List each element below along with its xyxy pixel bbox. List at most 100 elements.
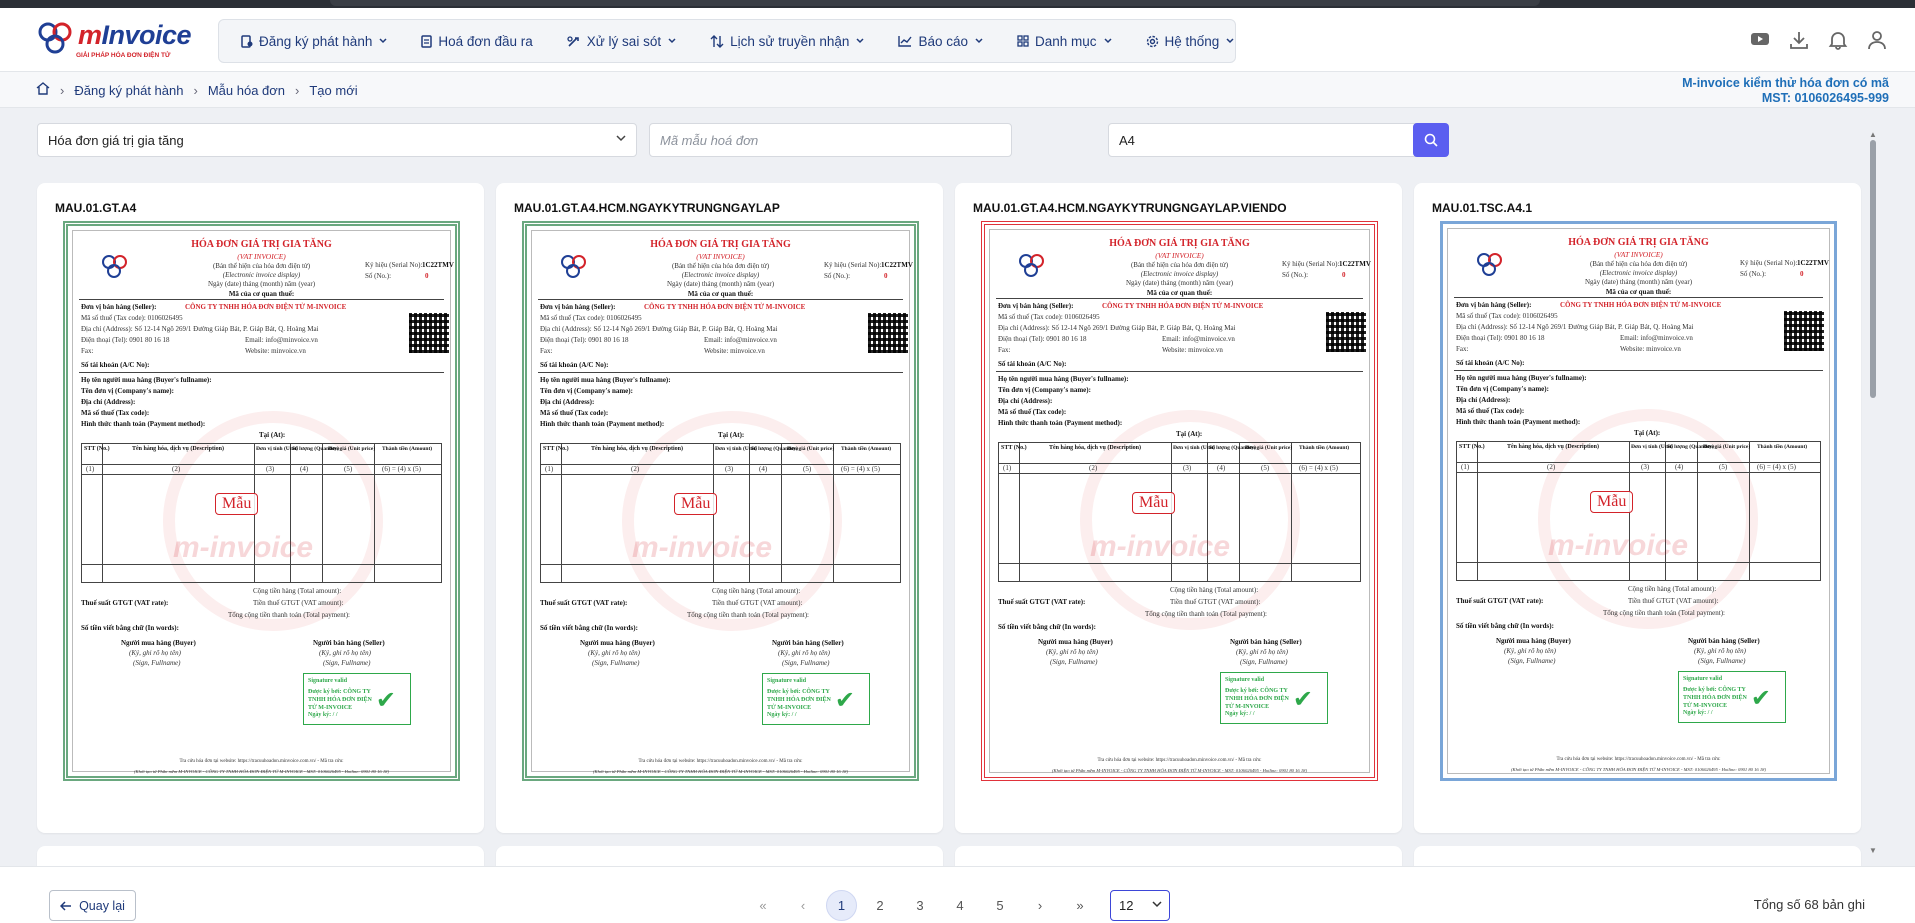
- invoice-type-select[interactable]: Hóa đơn giá trị gia tăng: [37, 123, 637, 157]
- invoice-preview: HÓA ĐƠN GIÁ TRỊ GIA TĂNG (VAT INVOICE) (…: [522, 221, 919, 781]
- nav-dang-ky-phat-hanh[interactable]: Đăng ký phát hành: [241, 34, 387, 49]
- first-page-icon[interactable]: «: [746, 890, 780, 921]
- payment-method: Hình thức thanh toán (Payment method):: [81, 420, 206, 428]
- table-header: Tên hàng hóa, dịch vụ (Description): [1049, 445, 1142, 451]
- sign-note-en: (Sign, Fullname): [323, 659, 371, 667]
- breadcrumb-item[interactable]: Đăng ký phát hành: [74, 83, 183, 98]
- last-page-icon[interactable]: »: [1063, 890, 1097, 921]
- number-value: 0: [1800, 270, 1804, 278]
- vat-amount: Tiền thuế GTGT (VAT amount):: [253, 599, 344, 607]
- template-code-placeholder: Mã mẫu hoá đơn: [660, 132, 759, 148]
- chevron-down-icon: [616, 135, 626, 142]
- template-card-partial[interactable]: [1414, 846, 1861, 866]
- nav-xu-ly-sai-sot[interactable]: Xử lý sai sót: [567, 34, 676, 49]
- table-header: STT (No.): [543, 446, 569, 452]
- total-payment: Tổng cộng tiền thanh toán (Total payment…: [228, 611, 350, 619]
- template-code-input[interactable]: Mã mẫu hoá đơn: [649, 123, 1012, 157]
- payment-method: Hình thức thanh toán (Payment method):: [540, 420, 665, 428]
- back-label: Quay lại: [79, 898, 125, 913]
- table-index: (5): [1261, 464, 1270, 472]
- seller-sign: Người bán hàng (Seller): [1230, 638, 1302, 646]
- serial-value: 1C22TMV: [1797, 259, 1829, 267]
- date-line: Ngày (date) tháng (month) năm (year): [666, 280, 775, 288]
- chevron-right-icon: ›: [295, 82, 300, 98]
- template-card[interactable]: MAU.01.GT.A4.HCM.NGAYKYTRUNGNGAYLAP HÓA …: [496, 183, 943, 833]
- invoice-out-icon: [421, 34, 433, 48]
- digital-signature-box: Signature valid Được ký bởi: CÔNG TY TNH…: [1220, 672, 1328, 724]
- paper-size-select[interactable]: A4: [1108, 123, 1438, 157]
- template-card[interactable]: MAU.01.GT.A4.HCM.NGAYKYTRUNGNGAYLAP.VIEN…: [955, 183, 1402, 833]
- nav-hoa-don-dau-ra[interactable]: Hoá đơn đầu ra: [421, 33, 533, 49]
- table-index: (1): [1003, 464, 1012, 472]
- nav-bao-cao[interactable]: Báo cáo: [898, 34, 983, 49]
- nav-danh-muc[interactable]: Danh mục: [1017, 34, 1112, 49]
- template-card-partial[interactable]: [496, 846, 943, 866]
- page-size-select[interactable]: 12: [1110, 890, 1170, 921]
- header-actions: [1750, 30, 1887, 50]
- seller-name: CÔNG TY TNHH HÓA ĐƠN ĐIỆN TỬ M-INVOICE: [1560, 301, 1722, 309]
- breadcrumb-item[interactable]: Mẫu hóa đơn: [208, 83, 285, 98]
- page-button-3[interactable]: 3: [903, 890, 937, 921]
- authority-code: Mã của cơ quan thuế:: [1605, 288, 1672, 296]
- table-index: (3): [1641, 463, 1650, 471]
- signature-by: Được ký bởi: CÔNG TY TNHH HÓA ĐƠN ĐIỆN T…: [308, 689, 372, 711]
- user-icon[interactable]: [1867, 30, 1887, 50]
- seller-address: Địa chỉ (Address): Số 12-14 Ngõ 269/1 Đư…: [1456, 323, 1694, 331]
- seller-website: Website: minvoice.vn: [1162, 346, 1223, 354]
- divider: [996, 371, 1363, 372]
- search-button[interactable]: [1413, 123, 1449, 157]
- back-button[interactable]: Quay lại: [49, 890, 136, 921]
- nav-he-thong[interactable]: Hệ thống: [1146, 34, 1235, 49]
- checkmark-icon: ✔: [834, 687, 855, 714]
- seller-phone: Điện thoại (Tel): 0901 80 16 18: [81, 336, 170, 344]
- invoice-title: HÓA ĐƠN GIÁ TRỊ GIA TĂNG: [650, 239, 791, 250]
- authority-code: Mã của cơ quan thuế:: [1146, 289, 1213, 297]
- table-index: (5): [344, 465, 353, 473]
- template-code: MAU.01.GT.A4.HCM.NGAYKYTRUNGNGAYLAP: [514, 201, 780, 215]
- bell-icon[interactable]: [1828, 30, 1848, 50]
- page-button-1[interactable]: 1: [826, 890, 857, 921]
- page-button-4[interactable]: 4: [943, 890, 977, 921]
- table-index: (3): [266, 465, 275, 473]
- template-card-partial[interactable]: [955, 846, 1402, 866]
- template-card-partial[interactable]: [37, 846, 484, 866]
- signature-by: Được ký bởi: CÔNG TY TNHH HÓA ĐƠN ĐIỆN T…: [1683, 687, 1747, 709]
- table-index: (5): [1719, 463, 1728, 471]
- scrollbar-thumb[interactable]: [1870, 140, 1876, 398]
- scroll-up-icon[interactable]: ▲: [1869, 130, 1877, 139]
- sign-note-en: (Sign, Fullname): [1508, 657, 1556, 665]
- next-page-icon[interactable]: ›: [1023, 890, 1057, 921]
- home-icon[interactable]: [36, 82, 50, 98]
- seller-website: Website: minvoice.vn: [1620, 345, 1681, 353]
- seller-email: Email: info@minvoice.vn: [1162, 335, 1235, 343]
- scroll-down-icon[interactable]: ▼: [1869, 846, 1877, 855]
- chevron-down-icon: [1152, 901, 1162, 908]
- youtube-icon[interactable]: [1750, 30, 1770, 50]
- nav-lich-su-truyen-nhan[interactable]: Lịch sử truyền nhận: [710, 34, 864, 49]
- template-card[interactable]: MAU.01.GT.A4 HÓA ĐƠN GIÁ TRỊ GIA TĂNG (V…: [37, 183, 484, 833]
- table-index: (6) = (4) x (5): [382, 465, 421, 473]
- display-note-en: (Electronic invoice display): [1140, 270, 1219, 278]
- table-index: (4): [300, 465, 309, 473]
- buyer-address: Địa chỉ (Address):: [1456, 396, 1511, 404]
- buyer-sign: Người mua hàng (Buyer): [121, 639, 196, 647]
- page-button-2[interactable]: 2: [863, 890, 897, 921]
- download-icon[interactable]: [1789, 30, 1809, 50]
- page-button-5[interactable]: 5: [983, 890, 1017, 921]
- seller-label: Đơn vị bán hàng (Seller):: [81, 303, 157, 311]
- at-line: Tại (At):: [1176, 430, 1203, 438]
- lookup-line: Tra cứu hóa đơn tại website: https://tra…: [179, 759, 344, 764]
- error-handling-icon: [567, 35, 579, 47]
- nav-label: Hoá đơn đầu ra: [438, 33, 533, 49]
- number-value: 0: [425, 272, 429, 280]
- template-card[interactable]: MAU.01.TSC.A4.1 HÓA ĐƠN GIÁ TRỊ GIA TĂNG…: [1414, 183, 1861, 833]
- total-amount: Cộng tiền hàng (Total amount):: [253, 587, 342, 595]
- total-amount: Cộng tiền hàng (Total amount):: [712, 587, 801, 595]
- signature-valid: Signature valid: [767, 678, 807, 684]
- prev-page-icon[interactable]: ‹: [786, 890, 820, 921]
- vat-amount: Tiền thuế GTGT (VAT amount):: [1628, 597, 1719, 605]
- watermark: m-invoice: [1090, 530, 1231, 563]
- table-index: (4): [759, 465, 768, 473]
- page-scrollbar[interactable]: ▲ ▼: [1868, 130, 1878, 856]
- app-logo[interactable]: mInvoice GIẢI PHÁP HÓA ĐƠN ĐIỆN TỬ: [36, 18, 192, 62]
